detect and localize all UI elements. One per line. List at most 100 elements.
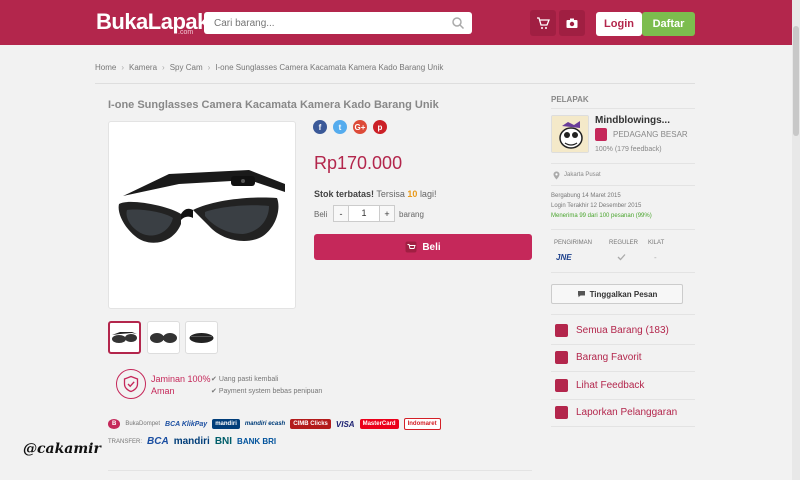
sunglasses-thumbnail-icon xyxy=(112,332,137,343)
breadcrumb-kamera[interactable]: Kamera xyxy=(129,63,157,72)
favorite-icon xyxy=(555,351,568,364)
breadcrumb: Home › Kamera › Spy Cam › I-one Sunglass… xyxy=(95,63,443,72)
guarantee-item-text: Payment system bebas penipuan xyxy=(218,388,323,395)
breadcrumb-separator: › xyxy=(162,63,165,72)
case-thumbnail-icon xyxy=(189,333,214,343)
transfer-mandiri: mandiri xyxy=(173,436,210,447)
items-icon xyxy=(555,324,568,337)
seller-name[interactable]: Mindblowings... xyxy=(595,115,670,126)
product-price: Rp170.000 xyxy=(314,153,403,173)
seller-avatar[interactable] xyxy=(551,115,589,153)
quantity-increase-button[interactable]: + xyxy=(379,205,395,222)
location-pin-icon xyxy=(553,171,560,180)
breadcrumb-spy-cam[interactable]: Spy Cam xyxy=(170,63,203,72)
link-view-feedback-label: Lihat Feedback xyxy=(576,380,645,391)
payment-visa: VISA xyxy=(335,419,355,429)
search-icon[interactable] xyxy=(451,16,465,30)
link-all-items[interactable]: Semua Barang (183) xyxy=(555,324,669,337)
search-input[interactable] xyxy=(204,12,472,34)
quantity-input[interactable]: 1 xyxy=(349,205,379,222)
cart-icon xyxy=(537,17,550,29)
sunglasses-thumbnail-icon xyxy=(150,333,177,343)
guarantee-item-text: Uang pasti kembali xyxy=(218,376,279,383)
breadcrumb-separator: › xyxy=(207,63,211,72)
pinterest-share-icon[interactable]: p xyxy=(373,120,387,134)
breadcrumb-home[interactable]: Home xyxy=(95,63,116,72)
kilat-unavailable: - xyxy=(654,253,657,262)
seller-feedback: 100% (179 feedback) xyxy=(595,146,662,153)
payment-cimb-clicks: CIMB Clicks xyxy=(290,419,331,429)
divider xyxy=(551,163,695,164)
link-favorite-items[interactable]: Barang Favorit xyxy=(555,351,642,364)
payment-mandiri-ecash: mandiri ecash xyxy=(244,421,286,427)
divider xyxy=(551,314,695,315)
seller-joined: Bergabung 14 Maret 2015 xyxy=(551,193,621,199)
divider xyxy=(551,272,695,273)
chat-icon xyxy=(577,291,585,298)
product-thumbnail[interactable] xyxy=(147,321,180,354)
link-report-violation[interactable]: Laporkan Pelanggaran xyxy=(555,406,677,419)
divider xyxy=(551,399,695,400)
cart-icon xyxy=(405,241,417,253)
cart-button[interactable] xyxy=(530,10,556,36)
logo-domain: .com xyxy=(178,29,194,36)
courier-jne-logo: JNE xyxy=(556,253,572,262)
buy-button-label: Beli xyxy=(422,241,441,253)
transfer-bri: BANK BRI xyxy=(237,437,277,446)
leave-message-button[interactable]: Tinggalkan Pesan xyxy=(551,284,683,304)
link-view-feedback[interactable]: Lihat Feedback xyxy=(555,379,644,392)
payment-mastercard: MasterCard xyxy=(359,419,399,429)
leave-message-label: Tinggalkan Pesan xyxy=(589,289,658,299)
shipping-header: PENGIRIMAN xyxy=(554,240,593,246)
stock-suffix: lagi! xyxy=(419,189,437,199)
link-report-violation-label: Laporkan Pelanggaran xyxy=(576,407,678,418)
link-all-items-label: Semua Barang (183) xyxy=(576,325,669,336)
login-button[interactable]: Login xyxy=(596,12,642,36)
seller-acceptance: Menerima 99 dari 100 pesanan (99%) xyxy=(551,213,652,219)
transfer-bni: BNI xyxy=(214,436,233,447)
top-header: BukaLapak .com Login Daftar xyxy=(0,0,792,45)
divider xyxy=(551,108,695,109)
bukadompet-icon: B xyxy=(108,419,121,429)
payment-indomaret: Indomaret xyxy=(403,418,441,430)
guarantee-item: ✔ Uang pasti kembali xyxy=(211,376,279,383)
divider xyxy=(551,371,695,372)
facebook-share-icon[interactable]: f xyxy=(313,120,327,134)
divider xyxy=(551,426,695,427)
divider xyxy=(95,83,695,84)
divider xyxy=(551,185,695,186)
thumbs-up-icon xyxy=(555,379,568,392)
shield-check-icon xyxy=(123,375,139,393)
scrollbar-thumb[interactable] xyxy=(793,26,799,136)
stock-warning: Stok terbatas! xyxy=(314,189,375,199)
shipping-header: REGULER xyxy=(609,240,639,246)
watermark: @cakamir xyxy=(23,441,101,457)
product-main-image[interactable] xyxy=(108,121,296,309)
seller-location: Jakarta Pusat xyxy=(564,172,601,178)
product-thumbnail[interactable] xyxy=(185,321,218,354)
quantity-decrease-button[interactable]: - xyxy=(333,205,349,222)
transfer-methods-row: TRANSFER: BCA mandiri BNI BANK BRI xyxy=(108,436,276,447)
stock-count: 10 xyxy=(407,189,418,199)
stock-status: Stok terbatas! Tersisa 10 lagi! xyxy=(314,189,436,199)
product-thumbnail[interactable] xyxy=(108,321,141,354)
camera-icon xyxy=(566,18,578,28)
google-plus-share-icon[interactable]: G+ xyxy=(353,120,367,134)
guarantee-title: Jaminan 100% Aman xyxy=(151,374,211,396)
breadcrumb-current: I-one Sunglasses Camera Kacamata Kamera … xyxy=(215,63,444,72)
check-icon xyxy=(617,254,626,261)
flag-icon xyxy=(555,406,568,419)
twitter-share-icon[interactable]: t xyxy=(333,120,347,134)
transfer-bca: BCA xyxy=(147,436,169,447)
camera-button[interactable] xyxy=(559,10,585,36)
register-button[interactable]: Daftar xyxy=(642,12,695,36)
stock-text: Tersisa xyxy=(376,189,405,199)
quantity-unit: barang xyxy=(399,210,424,219)
breadcrumb-separator: › xyxy=(121,63,125,72)
seller-section-label: PELAPAK xyxy=(551,95,589,104)
payment-bukadompet: BukaDompet xyxy=(125,421,161,427)
payment-bca-klikpay: BCA KlikPay xyxy=(165,420,208,428)
sunglasses-image xyxy=(118,170,285,243)
buy-button[interactable]: Beli xyxy=(314,234,532,260)
shipping-header: KILAT xyxy=(648,240,665,246)
